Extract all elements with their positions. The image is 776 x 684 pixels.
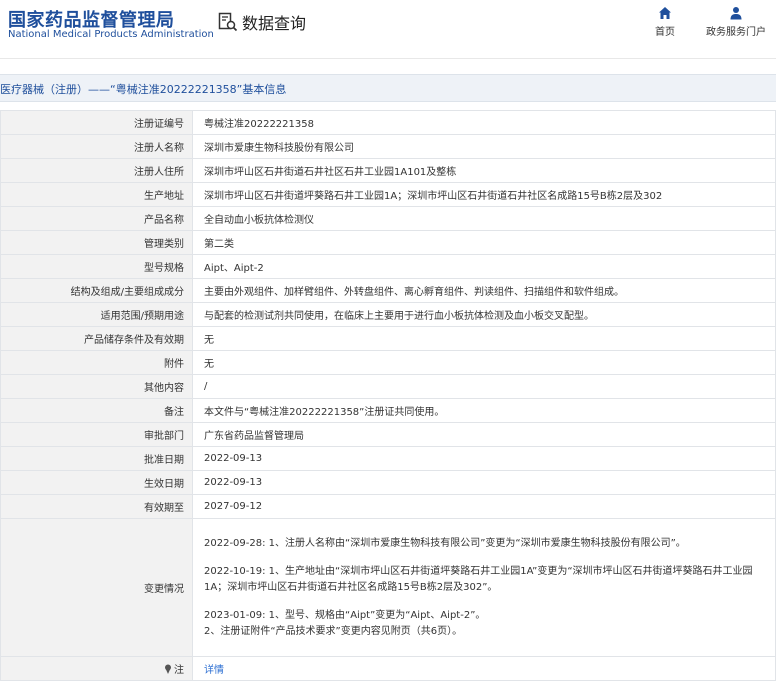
field-label: 结构及组成/主要组成成分 — [0, 278, 193, 303]
field-value: 广东省药品监督管理局 — [192, 422, 776, 447]
note-label: 注 — [174, 665, 184, 676]
field-label: 注册证编号 — [0, 110, 193, 135]
change-history-row: 变更情况 2022-09-28: 1、注册人名称由“深圳市爱康生物科技有限公司”变… — [0, 518, 776, 657]
note-value-cell: 详情 — [192, 656, 776, 681]
table-row: 结构及组成/主要组成成分 主要由外观组件、加样臂组件、外转盘组件、离心孵育组件、判… — [0, 278, 776, 303]
field-label: 产品名称 — [0, 206, 193, 231]
field-label: 型号规格 — [0, 254, 193, 279]
document-search-icon — [218, 12, 238, 32]
field-label: 批准日期 — [0, 446, 193, 471]
field-label: 注册人住所 — [0, 158, 193, 183]
field-value: 深圳市坪山区石井街道坪葵路石井工业园1A；深圳市坪山区石井街道石井社区名成路15… — [192, 182, 776, 207]
field-value: 无 — [192, 326, 776, 351]
pin-icon — [165, 664, 171, 674]
field-value: 全自动血小板抗体检测仪 — [192, 206, 776, 231]
field-label: 产品储存条件及有效期 — [0, 326, 193, 351]
table-row: 注册证编号 粤械注准20222221358 — [0, 110, 776, 135]
record-title-bar: 医疗器械（注册）——“粤械注准20222221358”基本信息 — [0, 74, 776, 102]
table-row: 产品储存条件及有效期无 — [0, 326, 776, 351]
field-value: 与配套的检测试剂共同使用，在临床上主要用于进行血小板抗体检测及血小板交叉配型。 — [192, 302, 776, 327]
nav-home[interactable]: 首页 — [651, 6, 679, 38]
note-row: 注 详情 — [0, 656, 776, 681]
change-entry: 2022-10-19: 1、生产地址由“深圳市坪山区石井街道坪葵路石井工业园1A… — [204, 565, 753, 593]
data-query-label: 数据查询 — [242, 14, 307, 33]
table-row: 生效日期 2022-09-13 — [0, 470, 776, 495]
field-label: 生产地址 — [0, 182, 193, 207]
field-value: Aipt、Aipt-2 — [192, 254, 776, 279]
field-label: 适用范围/预期用途 — [0, 302, 193, 327]
user-icon — [730, 7, 742, 20]
table-row: 批准日期 2022-09-13 — [0, 446, 776, 471]
nav-home-label: 首页 — [655, 27, 675, 38]
field-value: 2022-09-13 — [192, 446, 776, 471]
field-label: 有效期至 — [0, 494, 193, 519]
change-history-label: 变更情况 — [0, 518, 193, 657]
field-value: 本文件与“粤械注准20222221358”注册证共同使用。 — [192, 398, 776, 423]
field-value: / — [192, 374, 776, 399]
field-label: 附件 — [0, 350, 193, 375]
field-value: 2022-09-13 — [192, 470, 776, 495]
change-entry: 2023-01-09: 1、型号、规格由“Aipt”变更为“Aipt、Aipt-… — [204, 609, 486, 621]
field-label: 注册人名称 — [0, 134, 193, 159]
field-value: 粤械注准20222221358 — [192, 110, 776, 135]
table-row: 附件无 — [0, 350, 776, 375]
field-value: 深圳市爱康生物科技股份有限公司 — [192, 134, 776, 159]
field-value: 深圳市坪山区石井街道石井社区石井工业园1A101及整栋 — [192, 158, 776, 183]
table-row: 审批部门 广东省药品监督管理局 — [0, 422, 776, 447]
table-row: 备注 本文件与“粤械注准20222221358”注册证共同使用。 — [0, 398, 776, 423]
field-value: 第二类 — [192, 230, 776, 255]
site-header: 国家药品监督管理局 National Medical Products Admi… — [0, 0, 776, 59]
field-label: 审批部门 — [0, 422, 193, 447]
table-row: 产品名称 全自动血小板抗体检测仪 — [0, 206, 776, 231]
record-title: 医疗器械（注册）——“粤械注准20222221358”基本信息 — [0, 83, 287, 96]
field-value: 主要由外观组件、加样臂组件、外转盘组件、离心孵育组件、判读组件、扫描组件和软件组… — [192, 278, 776, 303]
nav-gov-portal[interactable]: 政务服务门户 — [700, 6, 772, 38]
field-label: 其他内容 — [0, 374, 193, 399]
table-row: 生产地址 深圳市坪山区石井街道坪葵路石井工业园1A；深圳市坪山区石井街道石井社区名… — [0, 182, 776, 207]
table-row: 注册人住所 深圳市坪山区石井街道石井社区石井工业园1A101及整栋 — [0, 158, 776, 183]
field-label: 管理类别 — [0, 230, 193, 255]
table-row: 管理类别 第二类 — [0, 230, 776, 255]
data-query-heading: 数据查询 — [218, 10, 306, 34]
field-label: 生效日期 — [0, 470, 193, 495]
table-row: 适用范围/预期用途 与配套的检测试剂共同使用，在临床上主要用于进行血小板抗体检测及… — [0, 302, 776, 327]
note-label-cell: 注 — [0, 656, 193, 681]
change-entry: 2022-09-28: 1、注册人名称由“深圳市爱康生物科技有限公司”变更为“深… — [204, 537, 686, 549]
nav-gov-label: 政务服务门户 — [706, 27, 766, 38]
table-row: 其他内容 / — [0, 374, 776, 399]
field-value: 无 — [192, 350, 776, 375]
table-row: 型号规格 Aipt、Aipt-2 — [0, 254, 776, 279]
home-icon — [659, 7, 671, 19]
change-history-value: 2022-09-28: 1、注册人名称由“深圳市爱康生物科技有限公司”变更为“深… — [192, 518, 776, 657]
registration-detail-table: 注册证编号 粤械注准20222221358 注册人名称 深圳市爱康生物科技股份有限公司… — [0, 110, 776, 681]
logo-subtitle: National Medical Products Administration — [8, 29, 214, 40]
field-value: 2027-09-12 — [192, 494, 776, 519]
table-row: 注册人名称 深圳市爱康生物科技股份有限公司 — [0, 134, 776, 159]
table-row: 有效期至 2027-09-12 — [0, 494, 776, 519]
field-label: 备注 — [0, 398, 193, 423]
change-entry: 2、注册证附件“产品技术要求”变更内容见附页（共6页）。 — [204, 625, 463, 637]
details-link[interactable]: 详情 — [204, 665, 224, 676]
